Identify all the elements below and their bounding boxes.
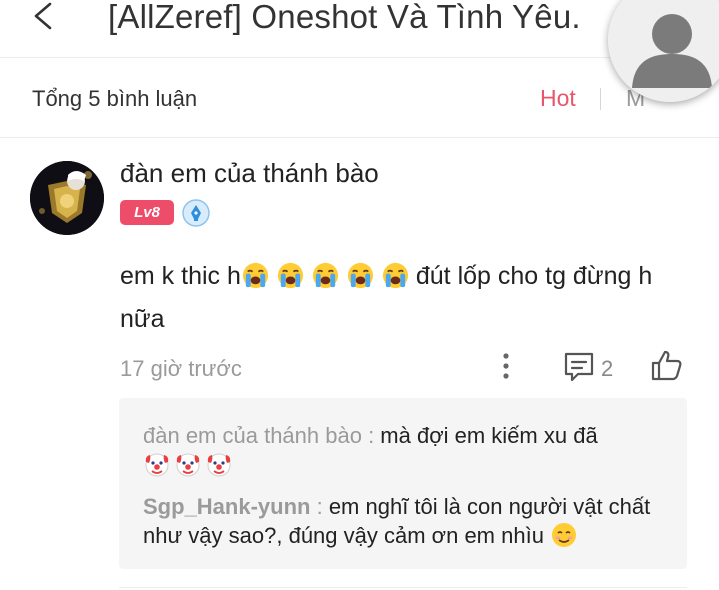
total-comments-label: Tổng 5 bình luận xyxy=(32,86,198,111)
comment-time: 17 giờ trước xyxy=(120,356,242,381)
loudly-crying-face-icon xyxy=(276,261,305,290)
thumbs-up-icon[interactable] xyxy=(650,348,684,382)
loudly-crying-face-icon xyxy=(241,261,270,290)
clown-face-icon xyxy=(205,450,233,478)
chevron-left-icon[interactable] xyxy=(24,0,64,40)
commenter-avatar[interactable] xyxy=(30,161,104,235)
divider xyxy=(119,587,687,588)
level-badge: Lv8 xyxy=(120,200,174,225)
smiling-face-icon xyxy=(550,521,578,549)
reply-item: Sgp_Hank-yunn : em nghĩ tôi là con người… xyxy=(143,492,663,550)
reply-author[interactable]: Sgp_Hank-yunn xyxy=(143,494,310,519)
reply-author[interactable]: đàn em của thánh bào xyxy=(143,423,362,448)
clown-face-icon xyxy=(143,450,171,478)
reply-item: đàn em của thánh bào : mà đợi em kiếm xu… xyxy=(143,421,663,479)
page-title: [AllZeref] Oneshot Và Tình Yêu. xyxy=(108,0,581,35)
reply-comment-icon[interactable] xyxy=(562,350,596,384)
pen-nib-icon xyxy=(182,199,210,227)
clown-face-icon xyxy=(174,450,202,478)
reply-count: 2 xyxy=(601,356,614,381)
comment-text: em k thic h đút lốp cho tg đừng h nữa xyxy=(120,255,690,341)
reply-text: mà đợi em kiếm xu đã xyxy=(380,423,598,448)
reply-separator: : xyxy=(310,494,329,519)
loudly-crying-face-icon xyxy=(381,261,410,290)
replies-box[interactable]: đàn em của thánh bào : mà đợi em kiếm xu… xyxy=(119,398,687,569)
comment-text-before: em k thic h xyxy=(120,262,241,290)
reply-separator: : xyxy=(361,423,381,448)
comments-bar: Tổng 5 bình luận Hot M xyxy=(0,58,719,138)
loudly-crying-face-icon xyxy=(346,261,375,290)
more-options-icon[interactable] xyxy=(497,350,515,384)
commenter-name[interactable]: đàn em của thánh bào xyxy=(120,158,379,189)
sort-hot-tab[interactable]: Hot xyxy=(540,85,576,112)
sort-divider xyxy=(600,88,601,110)
loudly-crying-face-icon xyxy=(311,261,340,290)
